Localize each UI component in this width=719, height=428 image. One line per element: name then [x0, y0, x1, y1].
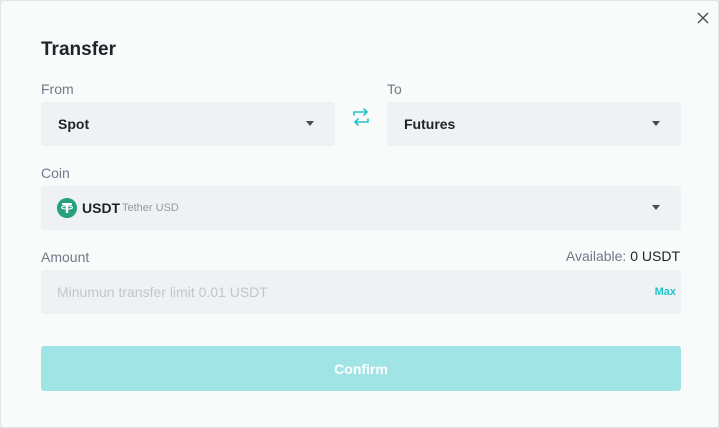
coin-name: Tether USD — [122, 202, 179, 214]
close-icon[interactable] — [695, 10, 711, 26]
available-balance: Available: 0 USDT — [566, 248, 680, 264]
from-account-select[interactable]: Spot — [41, 102, 335, 146]
chevron-down-icon — [306, 121, 314, 126]
from-label: From — [41, 81, 74, 97]
chevron-down-icon — [652, 205, 660, 210]
coin-label: Coin — [41, 165, 70, 181]
confirm-button[interactable]: Confirm — [41, 346, 681, 391]
from-account-value: Spot — [58, 116, 90, 132]
amount-input[interactable] — [41, 270, 641, 314]
available-label: Available: — [565, 248, 627, 264]
amount-label: Amount — [41, 249, 90, 265]
swap-arrows-icon[interactable] — [352, 108, 370, 126]
available-value: 0 USDT — [630, 248, 680, 264]
transfer-dialog: Transfer From Spot To Futures Coin USDT … — [0, 0, 719, 428]
to-label: To — [387, 81, 402, 97]
to-account-select[interactable]: Futures — [387, 102, 681, 146]
dialog-title: Transfer — [41, 39, 116, 60]
tether-icon — [57, 198, 77, 218]
to-account-value: Futures — [404, 116, 456, 132]
max-button[interactable]: Max — [655, 286, 676, 298]
amount-field-container: Max — [41, 270, 681, 314]
coin-symbol: USDT — [82, 200, 121, 216]
coin-select[interactable]: USDT Tether USD — [41, 186, 681, 230]
chevron-down-icon — [652, 121, 660, 126]
